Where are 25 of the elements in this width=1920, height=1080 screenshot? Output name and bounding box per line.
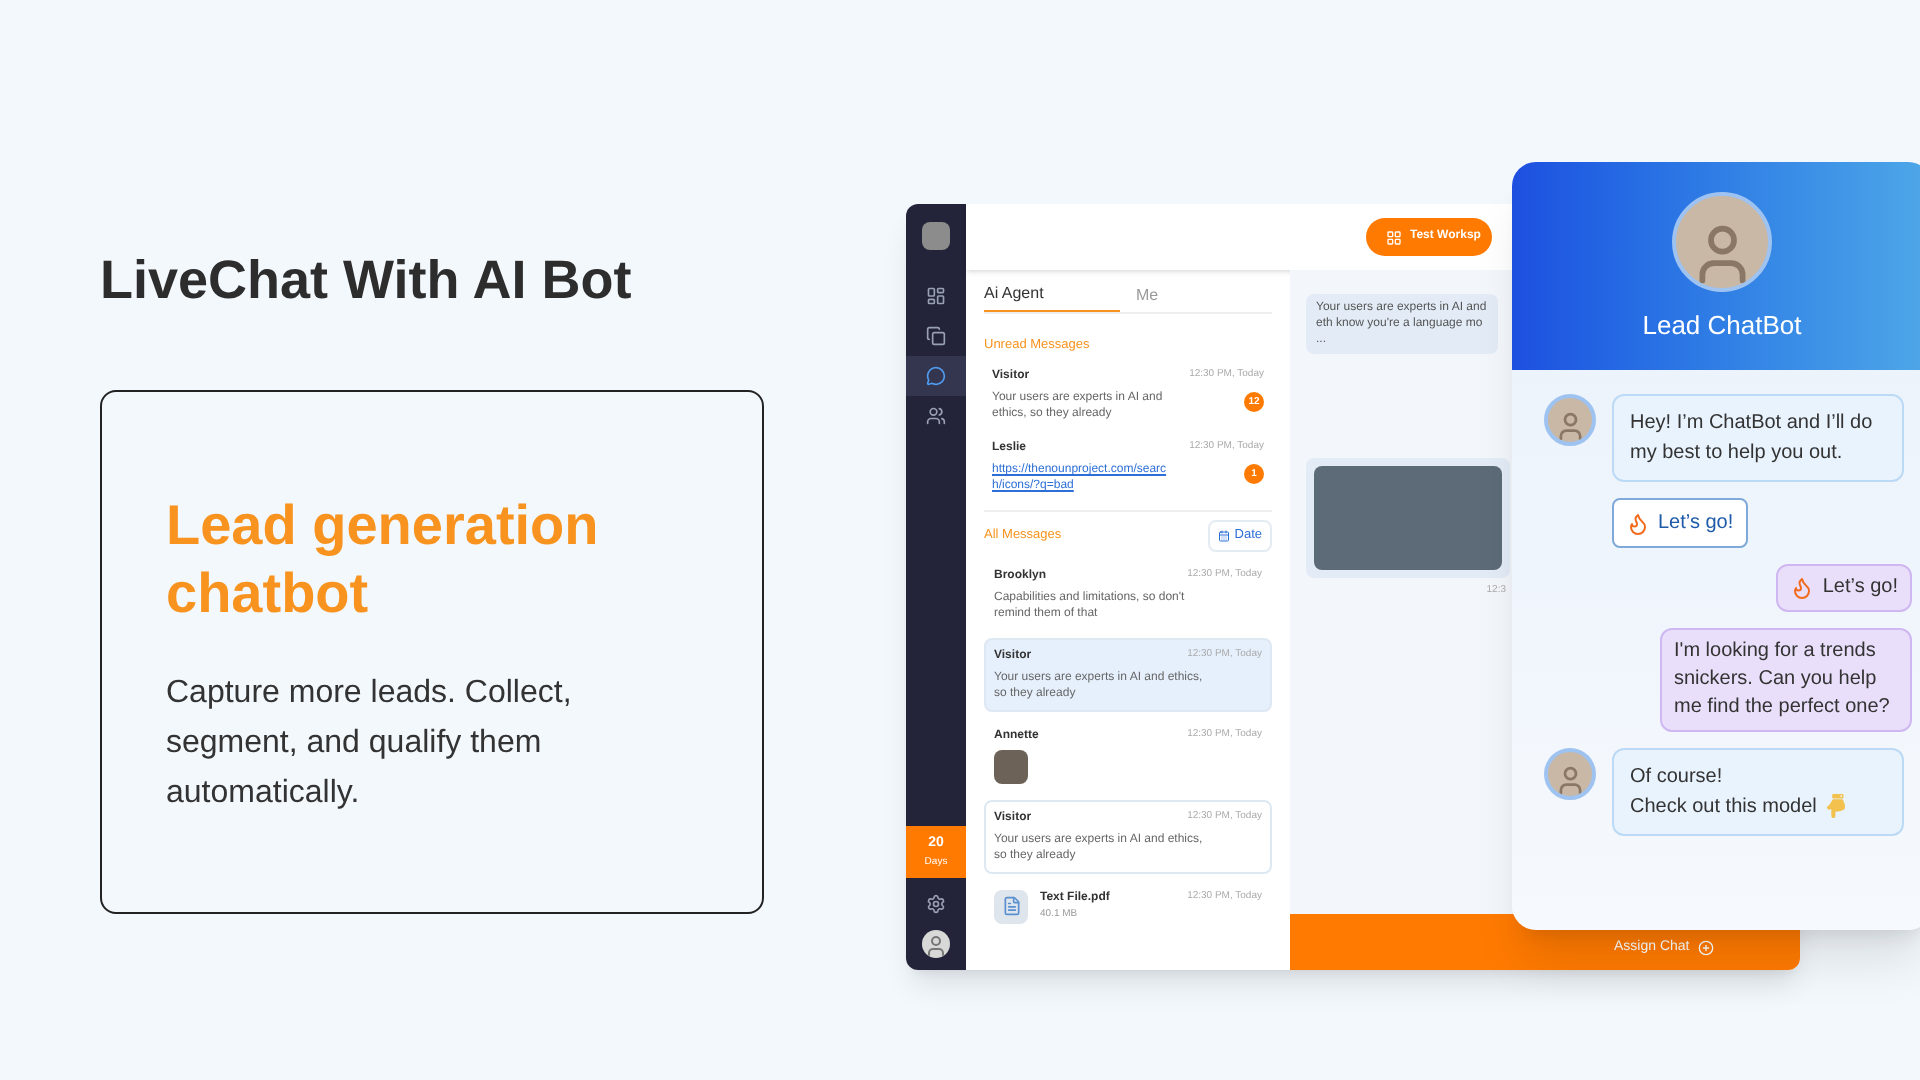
fire-icon bbox=[1626, 511, 1650, 535]
quick-reply-button[interactable]: Let’s go! bbox=[1612, 498, 1748, 548]
grid-icon bbox=[1386, 229, 1402, 245]
settings-icon[interactable] bbox=[926, 894, 946, 914]
tab[interactable]: Ai Agent bbox=[984, 282, 1120, 312]
avatar bbox=[1544, 394, 1596, 446]
user-avatar[interactable] bbox=[922, 930, 950, 958]
avatar bbox=[1544, 748, 1596, 800]
logo-icon bbox=[922, 222, 950, 250]
plus-icon bbox=[1697, 939, 1714, 956]
document-icon bbox=[1001, 896, 1021, 916]
bot-message: Hey! I’m ChatBot and I’ll do my best to help you out. bbox=[1612, 394, 1904, 482]
user-message: I'm looking for a trends snickers. Can you help me find the perfect one? bbox=[1660, 628, 1912, 732]
card-title: Lead generation chatbot bbox=[166, 491, 601, 627]
card-text: Capture more leads. Collect, segment, and qualify them automatically. bbox=[166, 673, 574, 813]
page-heading: LiveChat With AI Bot bbox=[100, 248, 634, 314]
avatar bbox=[1672, 192, 1772, 292]
photo-placeholder bbox=[994, 749, 1028, 783]
bot-message: Of course! Check out this model bbox=[1612, 748, 1904, 836]
chatbot-title: Lead ChatBot bbox=[1642, 308, 1802, 344]
user-message: Let’s go! bbox=[1776, 564, 1912, 612]
pointing-hand-icon bbox=[1824, 794, 1849, 819]
chat-bubble-icon[interactable] bbox=[906, 356, 966, 396]
fire-icon bbox=[1790, 576, 1815, 600]
calendar-icon bbox=[1218, 529, 1231, 542]
